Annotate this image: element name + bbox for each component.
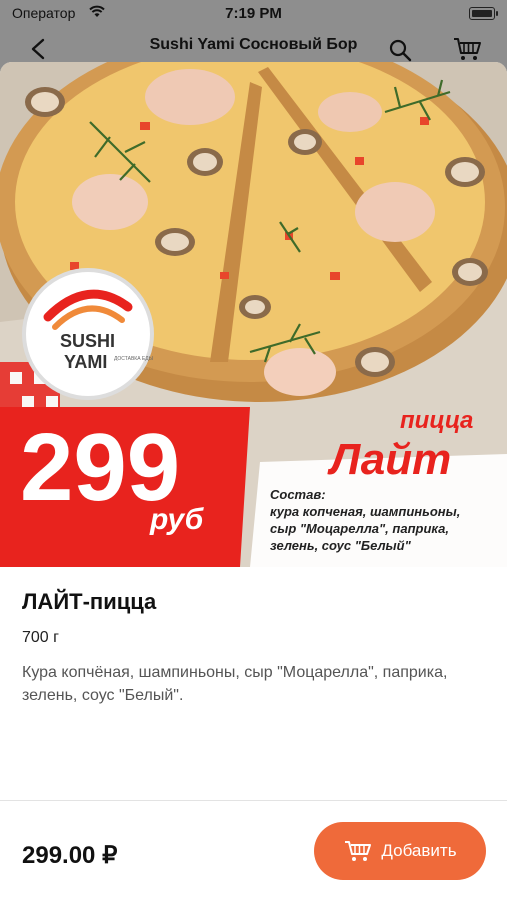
purchase-footer: 299.00 ₽ Добавить bbox=[0, 800, 507, 900]
banner-pizza-word: пицца bbox=[400, 407, 473, 434]
nav-title: Sushi Yami Сосновый Бор bbox=[149, 36, 358, 53]
product-price: 299.00 ₽ bbox=[22, 842, 118, 869]
cart-icon bbox=[345, 841, 372, 861]
banner-pizza-name: Лайт bbox=[327, 435, 451, 484]
product-banner: SUSHI YAMI ДОСТАВКА ЕДЫ 299 руб пицца Ла… bbox=[0, 62, 507, 567]
product-name: ЛАЙТ-пицца bbox=[22, 589, 157, 614]
battery-icon bbox=[469, 7, 498, 20]
add-to-cart-label: Добавить bbox=[381, 841, 457, 860]
clock: 7:19 PM bbox=[225, 5, 282, 22]
banner-composition-title: Состав: bbox=[270, 487, 326, 502]
banner-price-unit: руб bbox=[149, 503, 205, 536]
product-sheet: SUSHI YAMI ДОСТАВКА ЕДЫ 299 руб пицца Ла… bbox=[0, 62, 507, 900]
logo-text-yami: YAMI bbox=[64, 352, 107, 372]
logo-text-sushi: SUSHI bbox=[60, 331, 115, 351]
search-icon[interactable] bbox=[388, 38, 412, 62]
banner-composition-line: сыр "Моцарелла", паприка, bbox=[270, 521, 449, 536]
logo-tagline: ДОСТАВКА ЕДЫ bbox=[114, 356, 154, 362]
banner-composition-line: кура копченая, шампиньоны, bbox=[270, 504, 460, 519]
product-weight: 700 г bbox=[22, 629, 59, 646]
cart-icon[interactable] bbox=[452, 36, 482, 62]
product-description: Кура копчёная, шампиньоны, сыр "Моцарелл… bbox=[22, 664, 448, 704]
banner-composition-line: зелень, соус "Белый" bbox=[270, 538, 412, 553]
status-bar: Оператор 7:19 PM bbox=[0, 0, 507, 28]
add-to-cart-button[interactable]: Добавить bbox=[314, 822, 486, 880]
pizza-banner-image: SUSHI YAMI ДОСТАВКА ЕДЫ 299 руб пицца Ла… bbox=[0, 62, 507, 567]
